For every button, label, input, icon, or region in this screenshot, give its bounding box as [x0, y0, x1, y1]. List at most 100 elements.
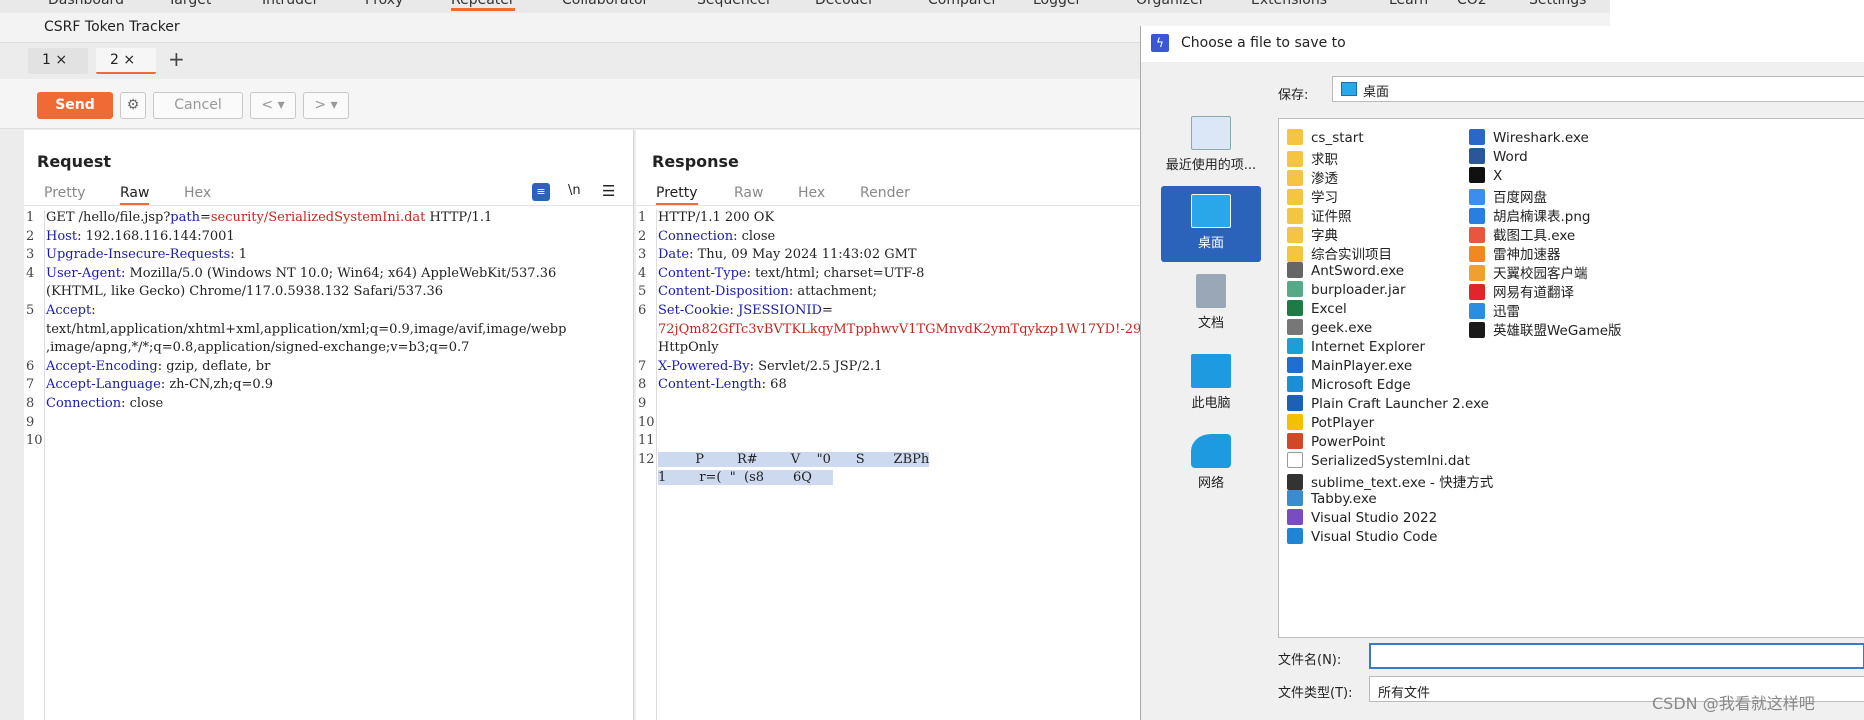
save-in-select[interactable]: 桌面	[1332, 76, 1864, 102]
gear-icon: ⚙	[126, 97, 140, 113]
line-number: 7	[26, 377, 35, 393]
menu-icon[interactable]: ☰	[602, 182, 615, 200]
save-file-dialog: ϟ Choose a file to save to 最近使用的项... 桌面 …	[1140, 26, 1864, 720]
main-tab-repeater[interactable]: Repeater	[451, 0, 515, 11]
file-name: PowerPoint	[1311, 434, 1386, 450]
main-tab-collaborator[interactable]: Collaborator	[562, 0, 648, 8]
code-token: 1 r=( " (s8 6Q	[658, 470, 833, 486]
settings-gear-button[interactable]: ⚙	[120, 92, 146, 119]
main-tab-target[interactable]: Target	[168, 0, 211, 8]
code-line: P R# V "0 S ZBPh	[658, 451, 930, 467]
recent-items-icon	[1191, 116, 1231, 150]
response-editor[interactable]: 1 HTTP/1.1 200 OK 2 Connection: close 3 Date:…	[636, 210, 1141, 710]
code-token: : 1	[230, 247, 248, 263]
forward-button[interactable]: > ▾	[303, 92, 349, 119]
place-recent[interactable]: 最近使用的项...	[1161, 108, 1261, 184]
line-number: 6	[26, 358, 35, 374]
file-icon	[1287, 338, 1303, 354]
main-tab-dashboard[interactable]: Dashboard	[48, 0, 124, 8]
file-icon	[1469, 148, 1485, 164]
code-token: Content-Disposition	[658, 284, 789, 300]
response-view-render[interactable]: Render	[860, 185, 910, 201]
back-button[interactable]: < ▾	[250, 92, 296, 119]
request-view-raw[interactable]: Raw	[120, 185, 150, 205]
file-name: AntSword.exe	[1311, 263, 1405, 279]
response-view-hex[interactable]: Hex	[798, 185, 825, 201]
code-line: 1 r=( " (s8 6Q	[658, 470, 833, 486]
file-list[interactable]: cs_start 求职 渗透 学习 证件照 字典 综合实训项目 AntSword.exe bur…	[1278, 118, 1864, 638]
file-name: Internet Explorer	[1311, 339, 1426, 355]
main-tab-logger[interactable]: Logger	[1033, 0, 1081, 8]
code-line: Date: Thu, 09 May 2024 11:43:02 GMT	[658, 247, 917, 262]
code-token: =	[199, 210, 211, 225]
repeater-tab-2[interactable]: 2 ×	[96, 48, 156, 74]
main-tab-comparer[interactable]: Comparer	[928, 0, 997, 8]
code-token: : Servlet/2.5 JSP/2.1	[749, 358, 883, 374]
main-tab-learn[interactable]: Learn	[1389, 0, 1428, 8]
file-name: Visual Studio Code	[1311, 529, 1438, 545]
response-view-pretty[interactable]: Pretty	[656, 185, 698, 205]
main-tab-organizer[interactable]: Organizer	[1136, 0, 1204, 8]
folder-icon	[1287, 151, 1303, 167]
line-number: 10	[26, 433, 43, 449]
request-panel: Request Pretty Raw Hex ≡ \n ☰ 1 GET /hell…	[24, 130, 634, 720]
cancel-button[interactable]: Cancel	[153, 92, 243, 119]
request-editor[interactable]: 1 GET /hello/file.jsp?path=security/Seria…	[24, 210, 633, 710]
file-item[interactable]: Visual Studio Code	[1287, 528, 1437, 550]
file-icon	[1469, 322, 1485, 338]
request-view-pretty[interactable]: Pretty	[44, 185, 86, 201]
newline-toggle[interactable]: \n	[568, 183, 581, 198]
add-tab-button[interactable]: +	[168, 47, 185, 71]
documents-icon	[1196, 274, 1226, 308]
code-token: Accept	[46, 303, 92, 318]
file-name: 雷神加速器	[1493, 247, 1561, 263]
main-tab-sequencer[interactable]: Sequencer	[697, 0, 772, 8]
file-icon	[1469, 284, 1485, 300]
main-tab-co2[interactable]: CO2	[1457, 0, 1487, 8]
file-item[interactable]: 英雄联盟WeGame版	[1469, 319, 1622, 341]
file-name: 证件照	[1311, 209, 1352, 225]
file-name: burploader.jar	[1311, 282, 1406, 298]
code-token: ,image/apng,*/*;q=0.8,application/signed…	[46, 340, 470, 356]
main-tab-extensions[interactable]: Extensions	[1251, 0, 1327, 8]
response-view-raw[interactable]: Raw	[734, 185, 763, 201]
csdn-watermark: CSDN @我看就这样吧	[1652, 694, 1815, 713]
main-tab-decoder[interactable]: Decoder	[815, 0, 874, 8]
request-view-hex[interactable]: Hex	[184, 185, 211, 201]
repeater-tab-1[interactable]: 1 ×	[28, 48, 88, 74]
file-icon	[1287, 490, 1303, 506]
file-icon	[1287, 376, 1303, 392]
network-icon	[1191, 434, 1231, 468]
send-button[interactable]: Send	[37, 92, 113, 119]
code-line: Set-Cookie: JSESSIONID=	[658, 303, 833, 318]
main-tab-settings[interactable]: Settings	[1529, 0, 1586, 8]
file-name: geek.exe	[1311, 320, 1373, 336]
place-documents[interactable]: 文档	[1161, 266, 1261, 342]
wrap-lines-icon[interactable]: ≡	[532, 183, 550, 201]
code-token: (KHTML, like Gecko) Chrome/117.0.5938.13…	[46, 284, 444, 300]
file-icon	[1287, 357, 1303, 373]
line-number: 5	[638, 284, 647, 300]
file-name: Word	[1493, 149, 1528, 165]
main-tab-intruder[interactable]: Intruder	[262, 0, 318, 8]
filename-input[interactable]	[1369, 643, 1864, 669]
main-tab-proxy[interactable]: Proxy	[365, 0, 403, 8]
place-desktop[interactable]: 桌面	[1161, 186, 1261, 262]
desktop-icon	[1191, 194, 1231, 228]
place-network[interactable]: 网络	[1161, 426, 1261, 502]
file-icon	[1469, 227, 1485, 243]
line-number: 4	[26, 265, 35, 281]
code-token: Host	[46, 228, 78, 244]
code-token: : close	[121, 396, 164, 411]
place-this-pc[interactable]: 此电脑	[1161, 346, 1261, 422]
code-line: Content-Length: 68	[658, 377, 787, 392]
csrf-token-tracker-tab[interactable]: CSRF Token Tracker	[44, 19, 180, 35]
code-line: Connection: close	[46, 396, 163, 411]
file-icon	[1287, 262, 1303, 278]
code-line: User-Agent: Mozilla/5.0 (Windows NT 10.0…	[46, 266, 556, 281]
line-number: 4	[638, 265, 647, 281]
code-token: User-Agent	[46, 265, 121, 281]
file-name: 英雄联盟WeGame版	[1493, 323, 1622, 339]
code-token: Set-Cookie	[658, 303, 730, 318]
file-icon	[1469, 265, 1485, 281]
